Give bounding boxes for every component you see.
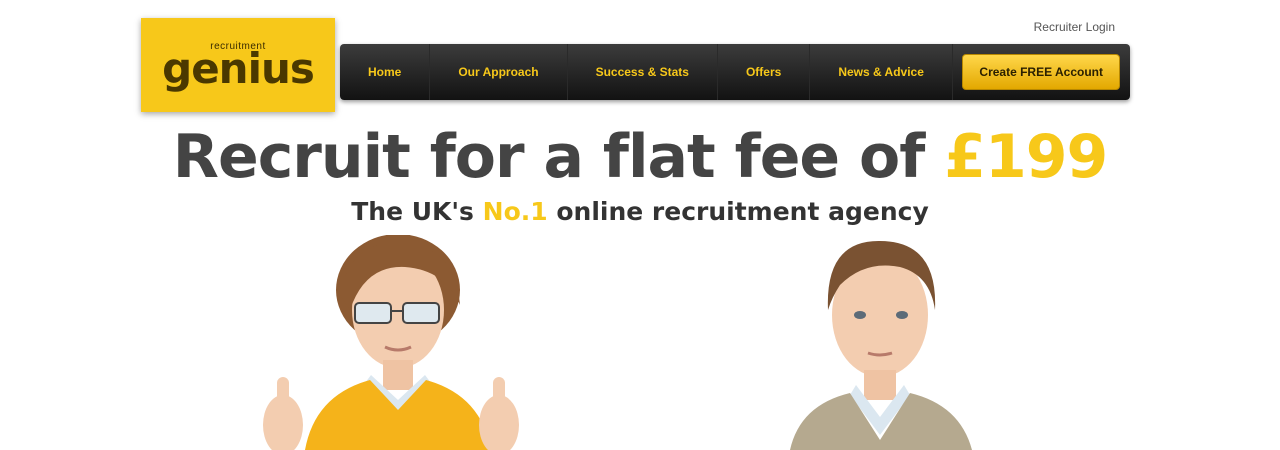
nav-item-news-advice[interactable]: News & Advice <box>810 44 953 100</box>
create-account-button[interactable]: Create FREE Account <box>962 54 1120 90</box>
headline-price: £199 <box>944 122 1108 192</box>
subhead-highlight: No.1 <box>482 197 548 226</box>
man-illustration <box>790 240 972 450</box>
subhead-suffix: online recruitment agency <box>547 197 929 226</box>
hero-subheadline: The UK's No.1 online recruitment agency <box>0 197 1280 226</box>
subhead-prefix: The UK's <box>351 197 483 226</box>
logo-big-text: genius <box>162 43 315 93</box>
headline-text: Recruit for a flat fee of <box>172 122 945 192</box>
recruiter-login-link[interactable]: Recruiter Login <box>1034 20 1115 34</box>
nav-item-success-stats[interactable]: Success & Stats <box>568 44 718 100</box>
nav-item-our-approach[interactable]: Our Approach <box>430 44 568 100</box>
site-logo[interactable]: recruitment genius <box>141 18 335 112</box>
nav-item-offers[interactable]: Offers <box>718 44 811 100</box>
hero-headline: Recruit for a flat fee of £199 <box>0 122 1280 192</box>
woman-illustration <box>263 235 519 450</box>
main-nav: Home Our Approach Success & Stats Offers… <box>340 44 1130 100</box>
nav-item-home[interactable]: Home <box>340 44 431 100</box>
